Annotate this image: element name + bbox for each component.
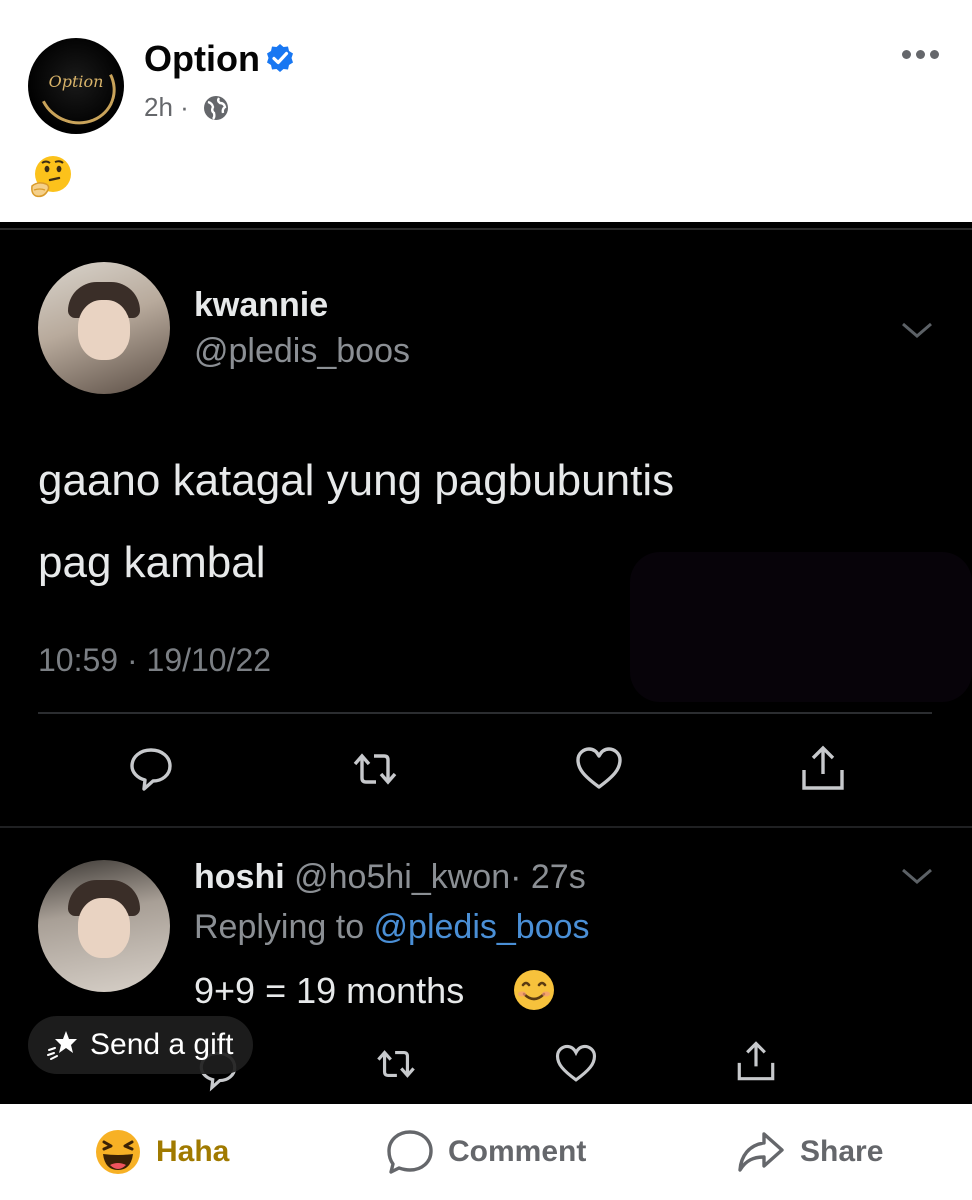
verified-badge-icon	[267, 44, 293, 72]
post-time-text: 2h	[144, 92, 173, 122]
meta-separator: ·	[180, 92, 189, 122]
replying-to-prefix: Replying to	[194, 908, 374, 946]
like-heart-icon	[576, 747, 622, 789]
page-name[interactable]: Option	[144, 38, 260, 80]
tweet-author-avatar	[38, 262, 170, 394]
avatar-logo-text: Option	[48, 72, 104, 91]
reply-author-name: hoshi	[194, 858, 285, 896]
image-top-divider	[0, 228, 972, 230]
gift-star-icon	[47, 1031, 77, 1060]
more-options-icon[interactable]	[902, 46, 948, 62]
reply-chevron-down-icon	[902, 868, 932, 884]
haha-emoji-icon	[96, 1130, 140, 1174]
tweet-author-handle: @pledis_boos	[194, 332, 410, 370]
tweet-timestamp: 10:59 · 19/10/22	[38, 642, 272, 678]
tweet-screenshot-image[interactable]: kwannie @pledis_boos gaano katagal yung …	[0, 222, 972, 1104]
page-avatar[interactable]: Option	[28, 38, 124, 134]
share-upload-icon	[802, 745, 844, 790]
reply-retweet-icon	[377, 1050, 415, 1078]
tweet-text: gaano katagal yung pagbubuntis pag kamba…	[38, 440, 858, 604]
post-time[interactable]: 2h ·	[144, 92, 189, 123]
haha-label: Haha	[156, 1135, 230, 1168]
tweet-text-line-1: gaano katagal yung pagbubuntis	[38, 456, 675, 505]
tweet-author-name: kwannie	[194, 286, 329, 324]
share-label: Share	[800, 1135, 884, 1168]
comment-button[interactable]: Comment	[386, 1104, 586, 1200]
replying-to: Replying to @pledis_boos	[194, 908, 590, 947]
share-arrow-icon	[738, 1132, 784, 1172]
reply-text: 9+9 = 19 months	[194, 970, 465, 1011]
send-gift-label: Send a gift	[90, 1028, 234, 1061]
post-header: Option Option 2h ·	[0, 0, 972, 222]
smiling-face-emoji	[514, 970, 554, 1010]
reply-like-heart-icon	[555, 1044, 597, 1082]
comment-label: Comment	[448, 1135, 587, 1168]
retweet-icon	[353, 753, 397, 785]
comment-bubble-icon	[387, 1130, 433, 1174]
reply-author-handle: @ho5hi_kwon	[294, 858, 511, 896]
thinking-face-emoji	[31, 156, 71, 198]
globe-icon	[204, 96, 228, 120]
send-gift-button[interactable]: Send a gift	[28, 1016, 254, 1074]
post-action-bar: Haha Comment Share	[0, 1104, 972, 1200]
reply-share-upload-icon	[737, 1041, 775, 1081]
tweet-divider	[38, 712, 932, 714]
reply-divider	[0, 826, 972, 828]
haha-reaction-button[interactable]: Haha	[94, 1104, 229, 1200]
share-button[interactable]: Share	[736, 1104, 883, 1200]
reply-age: · 27s	[510, 858, 586, 896]
chevron-down-icon	[902, 322, 932, 338]
tweet-text-line-2: pag kambal	[38, 538, 266, 587]
reply-author-avatar	[38, 860, 170, 992]
reply-icon	[130, 748, 172, 791]
replying-to-mention: @pledis_boos	[373, 908, 590, 946]
reply-header: hoshi @ho5hi_kwon· 27s	[194, 858, 586, 897]
